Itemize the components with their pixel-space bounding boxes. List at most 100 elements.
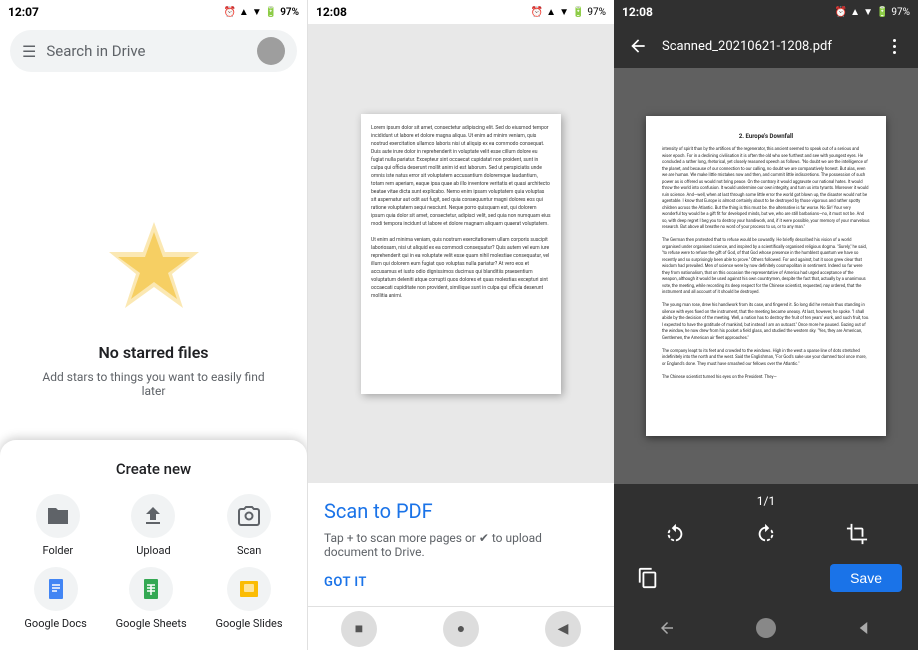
empty-state-title: No starred files: [98, 343, 208, 362]
nav-triangle-icon: [856, 619, 874, 637]
battery-percent-scan: 97%: [587, 7, 606, 18]
pdf-more-options-button[interactable]: [878, 30, 910, 62]
empty-state-subtitle: Add stars to things you want to easily f…: [0, 370, 307, 398]
page-indicator: 1/1: [614, 490, 918, 512]
signal-icon-scan: ▲: [546, 7, 556, 18]
pdf-copy-button[interactable]: [630, 560, 666, 596]
create-folder[interactable]: Folder: [36, 494, 80, 557]
docs-label: Google Docs: [24, 617, 86, 630]
star-icon: [104, 217, 204, 317]
docs-svg: [44, 577, 68, 601]
slides-icon: [227, 567, 271, 611]
pdf-controls-row: [614, 512, 918, 556]
status-bar-scan: 12:08 ⏰ ▲ ▼ 🔋 97%: [308, 0, 614, 24]
alarm-icon: ⏰: [223, 7, 235, 18]
got-it-button[interactable]: GOT IT: [324, 575, 598, 590]
battery-percent: 97%: [280, 7, 299, 18]
folder-svg: [46, 504, 70, 528]
panel-scan: 12:08 ⏰ ▲ ▼ 🔋 97% Lorem ipsum dolor sit …: [307, 0, 614, 650]
battery-percent-pdf: 97%: [891, 7, 910, 18]
create-panel-title: Create new: [0, 460, 307, 478]
search-label: Search in Drive: [46, 42, 247, 60]
battery-icon: 🔋: [265, 7, 277, 18]
pdf-filename: Scanned_20210621-1208.pdf: [662, 39, 870, 54]
hamburger-icon[interactable]: ☰: [22, 42, 36, 61]
scan-preview-area: Lorem ipsum dolor sit amet, consectetur …: [308, 24, 614, 483]
status-icons-scan: ⏰ ▲ ▼ 🔋 97%: [531, 7, 606, 18]
home-btn-pdf[interactable]: [756, 618, 776, 638]
create-panel: Create new Folder Upload: [0, 440, 307, 650]
pdf-toolbar: Scanned_20210621-1208.pdf: [614, 24, 918, 68]
time-scan: 12:08: [316, 5, 347, 19]
alarm-icon-scan: ⏰: [531, 7, 543, 18]
search-bar[interactable]: ☰ Search in Drive: [10, 30, 297, 72]
camera-svg: [237, 504, 261, 528]
create-upload[interactable]: Upload: [131, 494, 175, 557]
panel-drive: 12:07 ⏰ ▲ ▼ 🔋 97% ☰ Search in Drive No s…: [0, 0, 307, 650]
create-sheets[interactable]: Google Sheets: [116, 567, 187, 630]
recents-btn-pdf[interactable]: [849, 612, 881, 644]
signal-icon: ▲: [239, 7, 249, 18]
time-pdf: 12:08: [622, 5, 653, 19]
wifi-icon-scan: ▼: [559, 7, 569, 18]
star-icon-container: [94, 207, 214, 327]
battery-icon-scan: 🔋: [572, 7, 584, 18]
status-icons-pdf: ⏰ ▲ ▼ 🔋 97%: [835, 7, 910, 18]
home-btn-scan[interactable]: ●: [443, 611, 479, 647]
time-drive: 12:07: [8, 5, 39, 19]
panel-pdf: 12:08 ⏰ ▲ ▼ 🔋 97% Scanned_20210621-1208.…: [614, 0, 918, 650]
pdf-text-content: intensity of spirit than by the artifice…: [662, 147, 870, 381]
slides-svg: [237, 577, 261, 601]
slides-label: Google Slides: [215, 617, 282, 630]
status-bar-drive: 12:07 ⏰ ▲ ▼ 🔋 97%: [0, 0, 307, 24]
user-avatar[interactable]: [257, 37, 285, 65]
create-slides[interactable]: Google Slides: [215, 567, 282, 630]
pdf-rotate-right-button[interactable]: [748, 516, 784, 552]
back-arrow-icon: [628, 36, 648, 56]
scan-label: Scan: [237, 544, 261, 557]
create-scan[interactable]: Scan: [227, 494, 271, 557]
three-dots-icon: [893, 39, 896, 54]
upload-svg: [141, 504, 165, 528]
create-options-row2: Google Docs Google Sheets: [0, 567, 307, 640]
back-btn-pdf[interactable]: [651, 612, 683, 644]
nav-back-icon: [658, 619, 676, 637]
copy-icon: [637, 567, 659, 589]
rotate-right-icon: [755, 523, 777, 545]
pdf-save-button[interactable]: Save: [830, 564, 902, 592]
folder-icon: [36, 494, 80, 538]
pdf-rotate-left-button[interactable]: [657, 516, 693, 552]
pdf-chapter-title: 2. Europe's Downfall: [662, 132, 870, 141]
pdf-bottom-controls: 1/1 Sav: [614, 484, 918, 606]
status-icons-drive: ⏰ ▲ ▼ 🔋 97%: [223, 7, 299, 18]
pdf-content-area: 2. Europe's Downfall intensity of spirit…: [614, 68, 918, 484]
create-options-row1: Folder Upload Scan: [0, 494, 307, 567]
wifi-icon-pdf: ▼: [863, 7, 873, 18]
scan-to-pdf-title: Scan to PDF: [324, 499, 598, 523]
recents-btn-scan[interactable]: ◀: [545, 611, 581, 647]
create-docs[interactable]: Google Docs: [24, 567, 86, 630]
scan-to-pdf-subtitle: Tap + to scan more pages or ✔ to upload …: [324, 531, 598, 559]
status-bar-pdf: 12:08 ⏰ ▲ ▼ 🔋 97%: [614, 0, 918, 24]
bottom-nav-pdf: [614, 606, 918, 650]
scan-icon: [227, 494, 271, 538]
upload-label: Upload: [136, 544, 170, 557]
crop-icon: [846, 523, 868, 545]
pdf-crop-button[interactable]: [839, 516, 875, 552]
back-btn-scan[interactable]: ■: [341, 611, 377, 647]
pdf-save-section: Save: [614, 556, 918, 600]
alarm-icon-pdf: ⏰: [835, 7, 847, 18]
docs-icon: [34, 567, 78, 611]
pdf-page: 2. Europe's Downfall intensity of spirit…: [646, 116, 886, 436]
pdf-back-button[interactable]: [622, 30, 654, 62]
scan-bottom-panel: Scan to PDF Tap + to scan more pages or …: [308, 483, 614, 606]
sheets-icon: [129, 567, 173, 611]
folder-label: Folder: [42, 544, 73, 557]
sheets-svg: [139, 577, 163, 601]
signal-icon-pdf: ▲: [850, 7, 860, 18]
sheets-label: Google Sheets: [116, 617, 187, 630]
scan-doc-page: Lorem ipsum dolor sit amet, consectetur …: [361, 114, 561, 394]
battery-icon-pdf: 🔋: [876, 7, 888, 18]
rotate-left-icon: [664, 523, 686, 545]
wifi-icon: ▼: [252, 7, 262, 18]
